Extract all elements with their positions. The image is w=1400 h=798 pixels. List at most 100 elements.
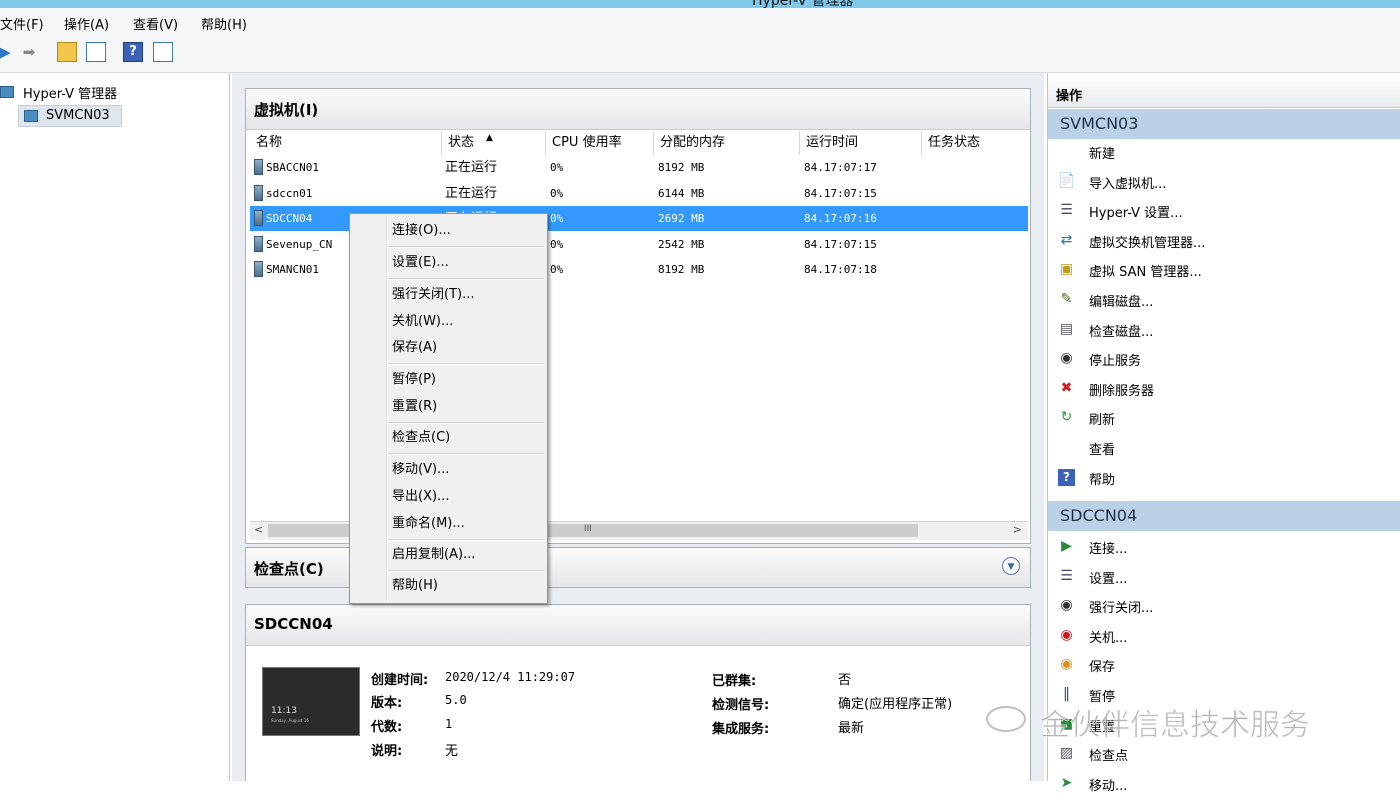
- vm-cell-uptime: 84.17:07:16: [804, 212, 877, 225]
- vm-cell-state: 正在运行: [445, 185, 498, 201]
- switch-icon: ⇄: [1060, 231, 1073, 248]
- clustered-label: 已群集:: [712, 674, 757, 689]
- action-item[interactable]: 新建: [1048, 137, 1400, 166]
- context-item-pause[interactable]: 暂停(P): [392, 369, 436, 391]
- thumbnail-time: 11:13: [271, 706, 297, 716]
- move-icon: ➤: [1060, 774, 1073, 791]
- vm-cell-name: SDCCN04: [266, 212, 313, 225]
- actions-section-vm[interactable]: SDCCN04: [1048, 501, 1400, 531]
- action-item[interactable]: ▤ 检查磁盘...: [1048, 315, 1400, 344]
- column-state[interactable]: 状态 ▲: [442, 131, 546, 155]
- column-cpu[interactable]: CPU 使用率: [546, 131, 654, 155]
- edit-disk-icon: ✎: [1060, 291, 1073, 307]
- vm-row[interactable]: SBACCN01 正在运行 0% 8192 MB 84.17:07:17: [250, 155, 1028, 180]
- column-name[interactable]: 名称: [250, 131, 442, 155]
- save-icon: ◉: [1060, 656, 1073, 673]
- action-item-label: 虚拟 SAN 管理器...: [1089, 265, 1202, 281]
- context-item-rename[interactable]: 重命名(M)...: [392, 513, 465, 535]
- action-item[interactable]: ✎ 编辑磁盘...: [1048, 285, 1400, 314]
- action-item[interactable]: 查看: [1048, 433, 1400, 462]
- context-item-save[interactable]: 保存(A): [392, 337, 437, 359]
- context-item-reset[interactable]: 重置(R): [392, 396, 437, 418]
- context-item-export[interactable]: 导出(X)...: [392, 486, 449, 508]
- detail-body: 11:13 Sunday, August 16 创建时间: 2020/12/4 …: [250, 649, 1028, 782]
- column-task-status[interactable]: 任务状态: [922, 131, 1028, 155]
- show-hide-action-pane-icon[interactable]: [153, 42, 173, 62]
- action-item-label: 连接...: [1089, 542, 1128, 557]
- window-title: Hyper-V 管理器: [752, 0, 854, 8]
- context-separator: [388, 570, 544, 572]
- import-icon: 📄: [1058, 172, 1076, 189]
- vm-thumbnail[interactable]: 11:13 Sunday, August 16: [262, 667, 360, 736]
- context-item-move[interactable]: 移动(V)...: [392, 459, 449, 481]
- action-item[interactable]: ✖ 删除服务器: [1048, 374, 1400, 403]
- action-item[interactable]: ➤ 移动...: [1048, 769, 1400, 798]
- detail-panel-header: SDCCN04: [246, 605, 1030, 646]
- turn-off-icon: ◉: [1060, 597, 1073, 614]
- vm-cell-mem: 2542 MB: [658, 237, 705, 251]
- action-item[interactable]: ◉ 保存: [1048, 650, 1400, 679]
- action-item[interactable]: ? 帮助: [1048, 463, 1400, 492]
- settings-icon: ☰: [1060, 567, 1073, 584]
- action-item-label: 虚拟交换机管理器...: [1089, 235, 1206, 251]
- vm-cell-uptime: 84.17:07:15: [804, 237, 877, 251]
- action-item[interactable]: ☰ 设置...: [1048, 562, 1400, 591]
- action-item[interactable]: ⇄ 虚拟交换机管理器...: [1048, 226, 1400, 255]
- context-item-connect[interactable]: 连接(O)...: [392, 220, 451, 242]
- action-item-label: 帮助: [1089, 472, 1116, 488]
- action-item[interactable]: ☰ Hyper-V 设置...: [1048, 196, 1400, 225]
- help-icon[interactable]: ?: [123, 42, 143, 62]
- scroll-right-icon[interactable]: >: [1013, 523, 1022, 536]
- action-item-label: 查看: [1089, 443, 1116, 458]
- vm-cell-name: SMANCN01: [266, 263, 319, 276]
- vm-cell-mem: 6144 MB: [658, 186, 705, 200]
- action-item-label: 删除服务器: [1089, 383, 1155, 399]
- forward-arrow-icon[interactable]: ➡: [18, 41, 40, 63]
- action-item[interactable]: ◉ 停止服务: [1048, 344, 1400, 373]
- action-item-label: Hyper-V 设置...: [1089, 206, 1183, 222]
- generation-label: 代数:: [371, 720, 403, 735]
- created-label: 创建时间:: [371, 673, 429, 688]
- context-item-settings[interactable]: 设置(E)...: [392, 252, 449, 274]
- shutdown-icon: ◉: [1060, 626, 1073, 643]
- generation-value: 1: [445, 717, 453, 731]
- menu-file[interactable]: 文件(F): [0, 14, 44, 33]
- action-item[interactable]: ▣ 虚拟 SAN 管理器...: [1048, 255, 1400, 284]
- column-state-label: 状态: [448, 135, 475, 150]
- action-item[interactable]: 📄 导入虚拟机...: [1048, 167, 1400, 196]
- action-item[interactable]: ◉ 强行关闭...: [1048, 591, 1400, 620]
- column-uptime[interactable]: 运行时间: [800, 131, 922, 155]
- server-icon: [24, 110, 38, 122]
- context-item-help[interactable]: 帮助(H): [392, 575, 438, 597]
- action-item[interactable]: ▶ 连接...: [1048, 532, 1400, 561]
- menu-action[interactable]: 操作(A): [64, 14, 109, 33]
- integration-value: 最新: [838, 721, 865, 736]
- inspect-disk-icon: ▤: [1059, 320, 1074, 337]
- context-item-turn-off[interactable]: 强行关闭(T)...: [392, 284, 474, 306]
- tree-item-server[interactable]: SVMCN03: [18, 105, 122, 127]
- actions-header: 操作: [1048, 81, 1400, 108]
- expand-icon[interactable]: ▼: [1002, 557, 1020, 575]
- created-value: 2020/12/4 11:29:07: [445, 670, 576, 684]
- menu-help[interactable]: 帮助(H): [201, 14, 247, 33]
- vm-row[interactable]: sdccn01 正在运行 0% 6144 MB 84.17:07:15: [250, 181, 1028, 206]
- column-memory[interactable]: 分配的内存: [654, 131, 800, 155]
- back-arrow-icon[interactable]: ▶: [0, 41, 16, 63]
- context-separator: [388, 422, 544, 424]
- show-hide-tree-icon[interactable]: [86, 42, 106, 62]
- context-item-checkpoint[interactable]: 检查点(C): [392, 427, 450, 449]
- menu-view[interactable]: 查看(V): [133, 14, 178, 33]
- context-separator: [388, 278, 544, 280]
- scroll-left-icon[interactable]: <: [254, 523, 263, 536]
- context-item-shutdown[interactable]: 关机(W)...: [392, 311, 453, 333]
- up-folder-icon[interactable]: [57, 42, 77, 62]
- context-item-enable-replication[interactable]: 启用复制(A)...: [392, 544, 475, 566]
- heartbeat-value: 确定(应用程序正常): [838, 697, 953, 712]
- action-item[interactable]: ↻ 刷新: [1048, 403, 1400, 432]
- action-item-label: 检查磁盘...: [1089, 324, 1154, 340]
- actions-section-server[interactable]: SVMCN03: [1048, 109, 1400, 139]
- vm-cell-mem: 8192 MB: [658, 161, 705, 174]
- vm-cell-name: sdccn01: [266, 186, 313, 200]
- tree-root-label[interactable]: Hyper-V 管理器: [23, 83, 117, 102]
- action-item[interactable]: ◉ 关机...: [1048, 621, 1400, 650]
